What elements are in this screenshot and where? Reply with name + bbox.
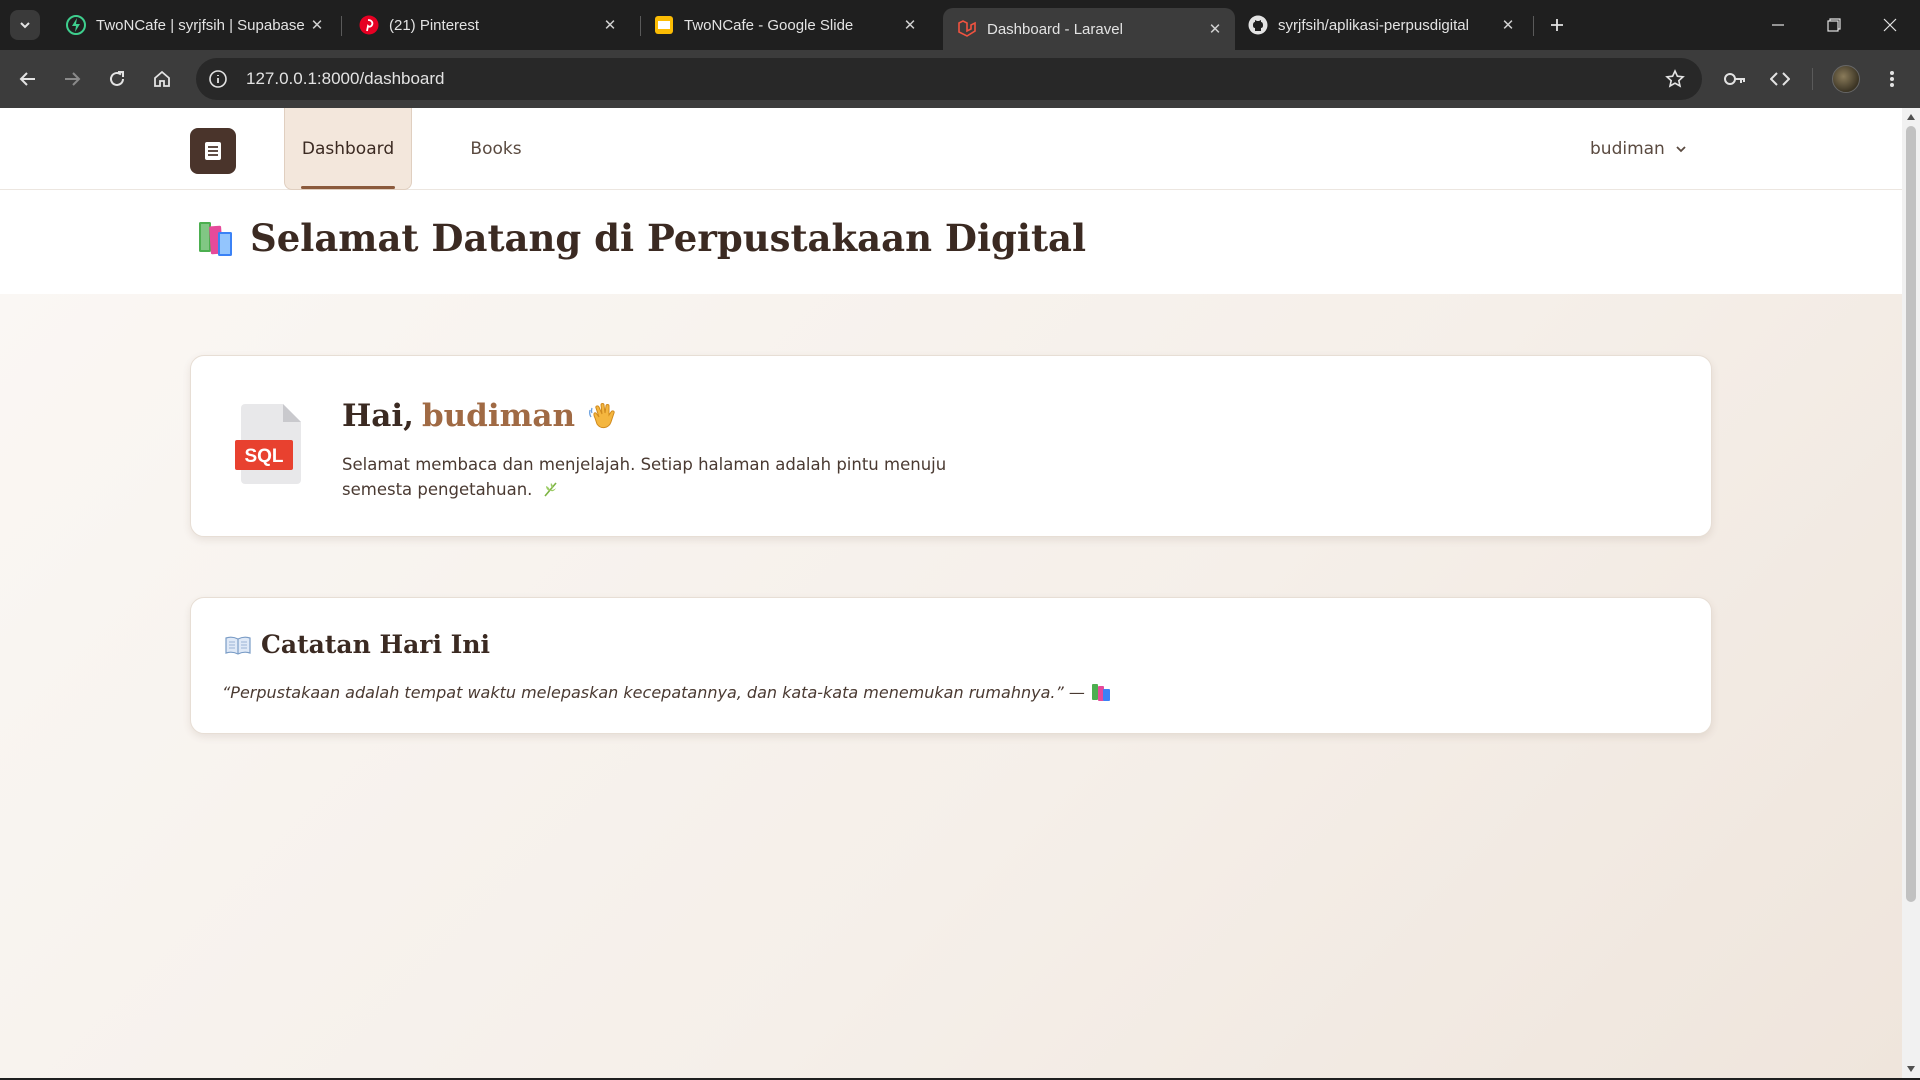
arrow-right-icon xyxy=(65,72,81,86)
ledger-icon xyxy=(205,142,221,160)
tab-title: Dashboard - Laravel xyxy=(987,20,1123,38)
welcome-message: Selamat membaca dan menjelajah. Setiap h… xyxy=(342,452,992,502)
books-stack-icon xyxy=(199,222,232,256)
quote-card-title-text: Catatan Hari Ini xyxy=(261,630,491,659)
tab-title: TwoNCafe | syrjfsih | Supabase xyxy=(96,16,305,34)
close-icon[interactable]: ✕ xyxy=(1203,17,1227,41)
browser-tab-google-slides[interactable]: TwoNCafe - Google Slide ✕ xyxy=(640,8,930,42)
home-icon xyxy=(154,70,170,87)
page-viewport: Dashboard Books budiman Selamat Datang d… xyxy=(0,108,1902,1078)
new-tab-button[interactable] xyxy=(1542,10,1572,40)
profile-avatar[interactable] xyxy=(1832,65,1860,93)
browser-tab-bar: TwoNCafe | syrjfsih | Supabase ✕ (21) Pi… xyxy=(0,0,1920,50)
browser-tab-pinterest[interactable]: (21) Pinterest ✕ xyxy=(345,8,630,42)
nav-books-link[interactable]: Books xyxy=(456,108,536,190)
page-title-text: Selamat Datang di Perpustakaan Digital xyxy=(250,216,1087,260)
open-book-icon xyxy=(225,636,251,655)
url-text[interactable]: 127.0.0.1:8000/dashboard xyxy=(246,69,445,89)
quote-card-title: Catatan Hari Ini xyxy=(225,630,490,659)
app-logo[interactable] xyxy=(190,128,236,174)
home-button[interactable] xyxy=(146,63,178,95)
toolbar-separator xyxy=(1812,68,1813,90)
close-icon[interactable]: ✕ xyxy=(598,13,622,37)
google-slides-icon xyxy=(654,15,674,35)
site-info-icon[interactable] xyxy=(204,65,232,93)
reload-icon xyxy=(110,71,124,86)
restore-button[interactable] xyxy=(1806,0,1862,50)
sql-file-icon: SQL xyxy=(235,404,301,484)
minimize-icon xyxy=(1772,24,1784,26)
close-window-button[interactable] xyxy=(1862,0,1918,50)
app-navbar: Dashboard Books budiman xyxy=(0,108,1902,190)
close-icon xyxy=(1883,18,1897,32)
tab-search-button[interactable] xyxy=(10,10,40,40)
page-scrollbar[interactable] xyxy=(1902,108,1920,1078)
welcome-card: SQL Hai, budiman Selamat membaca dan men… xyxy=(190,355,1712,537)
welcome-message-text: Selamat membaca dan menjelajah. Setiap h… xyxy=(342,455,947,499)
scroll-up-arrow-icon[interactable] xyxy=(1906,112,1916,122)
close-icon[interactable]: ✕ xyxy=(305,13,329,37)
laravel-icon xyxy=(957,19,977,39)
github-icon xyxy=(1248,15,1268,35)
supabase-icon xyxy=(66,15,86,35)
quote-card: Catatan Hari Ini “Perpustakaan adalah te… xyxy=(190,597,1712,734)
tab-title: syrjfsih/aplikasi-perpusdigital xyxy=(1278,16,1469,34)
code-icon[interactable] xyxy=(1764,63,1796,95)
close-icon[interactable]: ✕ xyxy=(1496,13,1520,37)
tab-title: TwoNCafe - Google Slide xyxy=(684,16,854,34)
reload-button[interactable] xyxy=(101,63,133,95)
page-title: Selamat Datang di Perpustakaan Digital xyxy=(196,216,1086,260)
arrow-left-icon xyxy=(19,72,35,86)
bookmark-star-icon[interactable] xyxy=(1662,66,1688,92)
greeting-prefix: Hai, xyxy=(342,398,414,434)
sql-label: SQL xyxy=(244,446,283,467)
password-key-icon[interactable] xyxy=(1719,63,1751,95)
minimize-button[interactable] xyxy=(1750,0,1806,50)
close-icon[interactable]: ✕ xyxy=(898,13,922,37)
waving-hand-icon xyxy=(587,400,619,432)
browser-tab-supabase[interactable]: TwoNCafe | syrjfsih | Supabase ✕ xyxy=(52,8,337,42)
back-button[interactable] xyxy=(12,63,44,95)
address-bar[interactable]: 127.0.0.1:8000/dashboard xyxy=(196,58,1702,100)
restore-icon xyxy=(1827,18,1841,32)
scrollbar-thumb[interactable] xyxy=(1906,126,1916,902)
plus-icon xyxy=(1551,19,1563,31)
greeting-heading: Hai, budiman xyxy=(342,398,619,434)
pinterest-icon xyxy=(359,15,379,35)
forward-button[interactable] xyxy=(56,63,88,95)
daily-quote: “Perpustakaan adalah tempat waktu melepa… xyxy=(222,682,1111,702)
nav-dashboard-link[interactable]: Dashboard xyxy=(284,108,412,190)
user-dropdown[interactable]: budiman xyxy=(1590,134,1687,164)
browser-tab-laravel[interactable]: Dashboard - Laravel ✕ xyxy=(943,8,1235,50)
herb-icon xyxy=(544,482,557,497)
tab-title: (21) Pinterest xyxy=(389,16,480,34)
more-menu-icon[interactable] xyxy=(1876,63,1908,95)
browser-toolbar: 127.0.0.1:8000/dashboard xyxy=(0,50,1920,108)
scroll-down-arrow-icon[interactable] xyxy=(1906,1064,1916,1074)
daily-quote-text: “Perpustakaan adalah tempat waktu melepa… xyxy=(222,682,1085,702)
tab-separator xyxy=(1533,16,1534,36)
page-header: Selamat Datang di Perpustakaan Digital xyxy=(0,190,1902,294)
greeting-user-name: budiman xyxy=(421,398,576,434)
chevron-down-icon xyxy=(1675,143,1687,155)
books-stack-icon xyxy=(1091,684,1110,701)
tab-separator xyxy=(341,16,342,36)
user-name: budiman xyxy=(1590,139,1665,159)
chevron-down-icon xyxy=(20,22,30,29)
browser-tab-github[interactable]: syrjfsih/aplikasi-perpusdigital ✕ xyxy=(1234,8,1528,42)
